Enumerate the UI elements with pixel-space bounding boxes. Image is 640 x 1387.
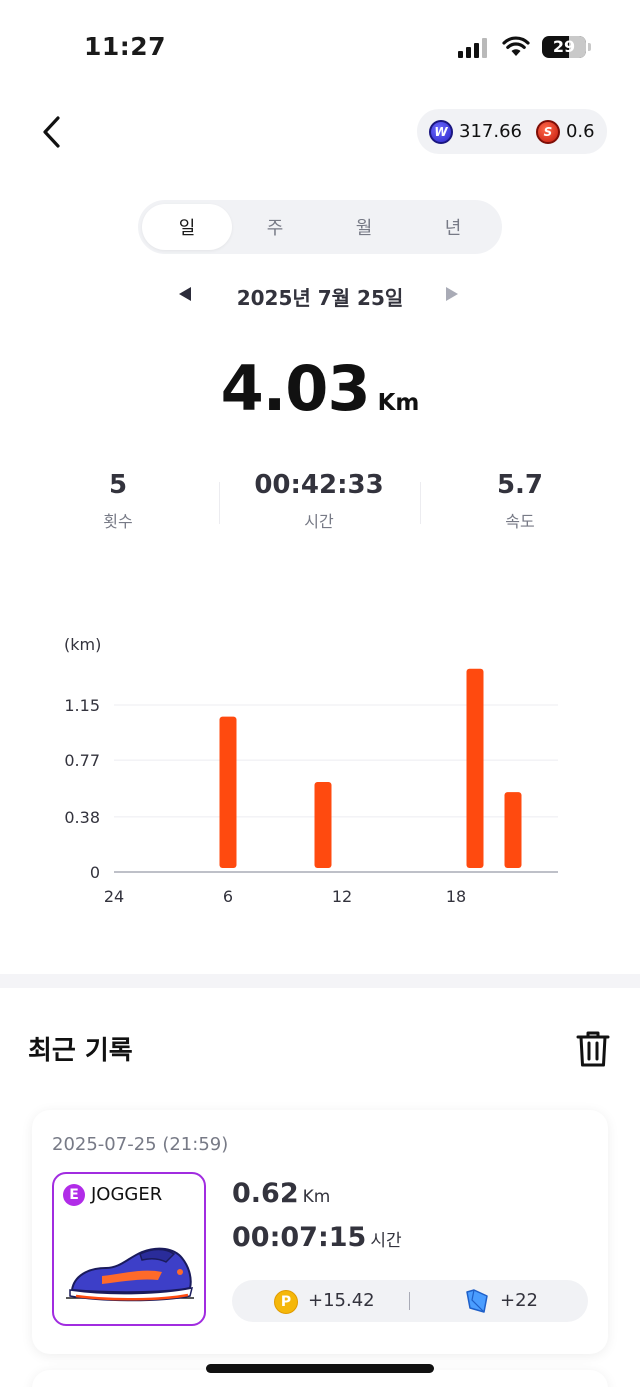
section-divider — [0, 974, 640, 988]
pill-divider — [409, 1292, 410, 1310]
chart-bar — [466, 668, 484, 868]
x-tick-label: 6 — [223, 887, 233, 906]
stat-speed-value: 5.7 — [496, 470, 544, 500]
battery-cap — [588, 43, 591, 51]
shoe-grade-badge: E — [63, 1184, 85, 1206]
w-balance: 317.66 — [459, 121, 522, 142]
s-balance: 0.6 — [565, 121, 595, 142]
y-tick-label: 0 — [90, 863, 100, 882]
shoe-thumbnail: E JOGGER — [52, 1172, 206, 1326]
tab-year[interactable]: 년 — [408, 204, 498, 250]
reward-pill: P +15.42 +22 — [232, 1280, 588, 1322]
home-indicator — [206, 1364, 434, 1373]
chart-bar — [314, 781, 332, 868]
y-tick-label: 0.77 — [64, 751, 100, 770]
next-date-icon[interactable] — [446, 287, 458, 301]
record-card[interactable]: 2025-07-25 (21:59) E JOGGER 0.62 Km 00:07… — [32, 1110, 608, 1354]
y-tick-label: 1.15 — [64, 696, 100, 715]
chart-bar — [219, 716, 237, 868]
map-reward: +22 — [500, 1290, 538, 1311]
trash-icon[interactable] — [576, 1030, 610, 1068]
x-tick-label: 24 — [104, 887, 124, 906]
record-duration-unit: 시간 — [370, 1231, 402, 1251]
stat-time-label: 시간 — [304, 512, 334, 531]
stat-time: 00:42:33 시간 — [219, 470, 419, 532]
stats-row: 5 횟수 00:42:33 시간 5.7 속도 — [18, 470, 622, 540]
balance-pill[interactable]: W 317.66 S 0.6 — [417, 109, 607, 154]
distance-value: 4.03 — [220, 352, 371, 425]
total-distance: 4.03 Km — [0, 352, 640, 425]
tab-week[interactable]: 주 — [230, 204, 320, 250]
running-shoe-icon — [66, 1247, 194, 1302]
record-datetime: 2025-07-25 (21:59) — [52, 1134, 229, 1155]
stat-count-label: 횟수 — [103, 512, 133, 531]
record-duration-value: 00:07:15 — [232, 1222, 367, 1253]
chart-bar — [504, 792, 522, 868]
point-coin-icon: P — [274, 1290, 298, 1314]
x-tick-label: 18 — [446, 887, 466, 906]
w-coin-icon: W — [429, 119, 453, 144]
x-tick-label: 12 — [332, 887, 352, 906]
date-label: 2025년 7월 25일 — [236, 286, 404, 310]
s-coin-icon: S — [535, 119, 560, 144]
prev-date-icon[interactable] — [179, 287, 191, 301]
tab-month[interactable]: 월 — [319, 204, 409, 250]
y-axis-label: (km) — [64, 635, 101, 654]
status-time: 11:27 — [84, 32, 167, 61]
stat-speed: 5.7 속도 — [420, 470, 620, 532]
status-bar: 11:27 29 — [0, 0, 640, 96]
battery-icon: 29 — [542, 36, 586, 58]
wifi-icon — [502, 36, 530, 56]
y-tick-label: 0.38 — [64, 808, 100, 827]
record-distance-unit: Km — [302, 1187, 331, 1207]
map-icon — [466, 1289, 488, 1313]
points-earned: +15.42 — [308, 1290, 375, 1311]
tab-day[interactable]: 일 — [142, 204, 232, 250]
shoe-type: JOGGER — [91, 1184, 163, 1205]
distance-unit: Km — [377, 390, 420, 416]
recent-records-title: 최근 기록 — [28, 1036, 133, 1066]
signal-icon — [458, 38, 490, 58]
stat-time-value: 00:42:33 — [254, 470, 384, 500]
record-duration: 00:07:15 시간 — [232, 1222, 402, 1253]
record-distance-value: 0.62 — [232, 1178, 299, 1209]
battery-level: 29 — [552, 37, 576, 56]
record-distance: 0.62 Km — [232, 1178, 330, 1209]
stat-count-value: 5 — [108, 470, 128, 500]
hourly-distance-chart: (km) 0 0.38 0.77 1.15 24 6 12 18 — [64, 635, 558, 906]
back-arrow-icon[interactable] — [36, 114, 72, 150]
period-tabs: 일 주 월 년 — [138, 200, 502, 254]
stat-speed-label: 속도 — [505, 512, 535, 531]
date-navigator: 2025년 7월 25일 — [0, 278, 640, 314]
stat-count: 5 횟수 — [18, 470, 218, 532]
